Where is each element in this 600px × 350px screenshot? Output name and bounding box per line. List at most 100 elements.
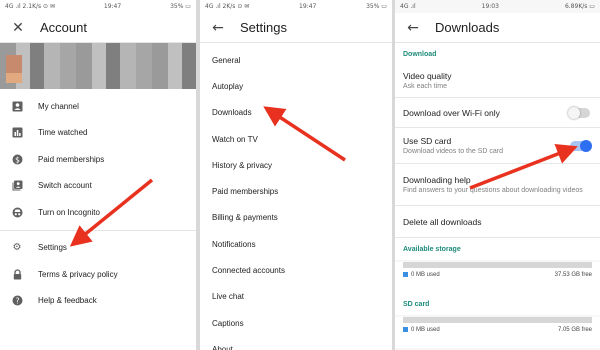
menu-item-settings[interactable]: ⚙ Settings (0, 235, 196, 262)
sd-card-setting[interactable]: Use SD card Download videos to the SD ca… (395, 128, 600, 164)
wifi-only-setting[interactable]: Download over Wi-Fi only (395, 98, 600, 128)
menu-item-label: Paid memberships (38, 154, 105, 164)
avatar-lower (6, 73, 22, 83)
sd-card-toggle[interactable] (570, 139, 592, 152)
status-left: 4G .ıl 2K/s ⊙ ✉ (205, 3, 250, 10)
storage-used: 0 MB used (411, 327, 440, 334)
page-title: Settings (240, 20, 287, 35)
storage-free: 7.05 GB free (557, 327, 592, 333)
status-right: 35% ▭ (170, 3, 191, 10)
settings-item-history-privacy[interactable]: History & privacy (200, 152, 392, 178)
settings-item-captions[interactable]: Captions (200, 310, 392, 336)
toggle-knob (568, 106, 580, 119)
settings-item-live-chat[interactable]: Live chat (200, 284, 392, 310)
section-header-download: Download (395, 43, 600, 65)
settings-item-connected-accounts[interactable]: Connected accounts (200, 257, 392, 283)
status-time: 19:47 (103, 3, 122, 10)
section-header-available-storage: Available storage (395, 238, 600, 260)
storage-used-wrap: 0 MB used (403, 327, 440, 333)
menu-item-paid-memberships[interactable]: $ Paid memberships (0, 146, 196, 173)
setting-subtitle: Ask each time (403, 83, 447, 90)
menu-item-switch-account[interactable]: Switch account (0, 173, 196, 200)
storage-free: 37.53 GB free (554, 272, 592, 278)
menu-item-help-feedback[interactable]: ? Help & feedback (0, 288, 196, 315)
setting-subtitle: Find answers to your questions about dow… (403, 186, 583, 194)
setting-title: Use SD card (403, 135, 452, 146)
status-left: 4G .ıl 2.1K/s ⊙ ✉ (5, 3, 56, 10)
menu-item-label: Switch account (38, 181, 92, 191)
status-right: 35% ▭ (366, 3, 387, 10)
settings-item-general[interactable]: General (200, 47, 392, 73)
video-quality-setting[interactable]: Video quality Ask each time (395, 65, 600, 98)
status-left: 4G .ıl (400, 3, 416, 10)
account-titlebar: ✕ Account (0, 13, 196, 43)
setting-title: Delete all downloads (403, 216, 482, 227)
lock-icon (10, 267, 24, 281)
menu-item-my-channel[interactable]: My channel (0, 93, 196, 120)
svg-text:$: $ (15, 155, 20, 164)
settings-item-about[interactable]: About (200, 336, 392, 350)
menu-item-label: Turn on Incognito (38, 207, 100, 217)
menu-item-label: Time watched (38, 128, 88, 138)
gear-icon: ⚙ (12, 242, 22, 254)
setting-title: Download over Wi-Fi only (403, 107, 500, 118)
close-icon[interactable]: ✕ (6, 20, 30, 36)
settings-item-billing-payments[interactable]: Billing & payments (200, 205, 392, 231)
menu-item-label: Terms & privacy policy (38, 269, 118, 279)
bar-chart-icon (10, 126, 24, 140)
menu-item-label: Settings (38, 243, 67, 253)
storage-legend: 0 MB used 7.05 GB free (403, 327, 592, 333)
back-arrow-icon[interactable]: ← (206, 20, 230, 36)
setting-title: Downloading help (403, 174, 471, 185)
person-icon (10, 99, 24, 113)
incognito-icon (10, 205, 24, 219)
status-bar: 4G .ıl 2.1K/s ⊙ ✉ 19:47 35% ▭ (0, 0, 196, 13)
setting-subtitle: Download videos to the SD card (403, 147, 503, 155)
settings-panel: 4G .ıl 2K/s ⊙ ✉ 19:47 35% ▭ ← Settings G… (200, 0, 392, 350)
settings-item-paid-memberships[interactable]: Paid memberships (200, 178, 392, 204)
section-header-sd-card: SD card (395, 293, 600, 315)
status-bar: 4G .ıl 2K/s ⊙ ✉ 19:47 35% ▭ (200, 0, 392, 13)
status-bar: 4G .ıl 19:03 6.89K/s ▭ (395, 0, 600, 13)
storage-bar (403, 317, 592, 323)
status-time: 19:03 (481, 3, 499, 10)
storage-used: 0 MB used (411, 272, 440, 279)
svg-text:?: ? (15, 297, 19, 306)
used-color-swatch (403, 272, 408, 277)
page-title: Downloads (435, 20, 500, 35)
menu-item-terms-privacy[interactable]: Terms & privacy policy (0, 261, 196, 288)
status-time: 19:47 (299, 3, 317, 10)
page-title: Account (40, 20, 87, 35)
toggle-knob (580, 139, 592, 152)
account-menu: My channel Time watched $ Paid membershi… (0, 89, 196, 314)
setting-title: Video quality (403, 71, 452, 81)
dollar-icon: $ (10, 152, 24, 166)
settings-item-notifications[interactable]: Notifications (200, 231, 392, 257)
account-panel: 4G .ıl 2.1K/s ⊙ ✉ 19:47 35% ▭ ✕ Account … (0, 0, 196, 350)
used-color-swatch (403, 327, 408, 332)
storage-bar (403, 262, 592, 268)
menu-item-time-watched[interactable]: Time watched (0, 120, 196, 147)
menu-item-incognito[interactable]: Turn on Incognito (0, 199, 196, 226)
settings-item-watch-on-tv[interactable]: Watch on TV (200, 126, 392, 152)
storage-used-wrap: 0 MB used (403, 272, 440, 278)
storage-legend: 0 MB used 37.53 GB free (403, 272, 592, 278)
account-banner-pixelated (0, 43, 196, 89)
avatar (6, 55, 22, 75)
menu-item-label: Help & feedback (38, 296, 97, 306)
wifi-only-toggle[interactable] (568, 106, 590, 119)
settings-list: General Autoplay Downloads Watch on TV H… (200, 43, 392, 350)
switch-account-icon (10, 179, 24, 193)
delete-all-downloads-item[interactable]: Delete all downloads (395, 206, 600, 238)
divider (0, 229, 196, 231)
available-storage-block: 0 MB used 37.53 GB free (395, 262, 600, 293)
downloading-help-item[interactable]: Downloading help Find answers to your qu… (395, 164, 600, 206)
status-right: 6.89K/s ▭ (564, 3, 595, 10)
settings-titlebar: ← Settings (200, 13, 392, 43)
settings-item-autoplay[interactable]: Autoplay (200, 73, 392, 99)
sd-card-storage-block: 0 MB used 7.05 GB free (395, 317, 600, 348)
downloads-titlebar: ← Downloads (395, 13, 600, 43)
back-arrow-icon[interactable]: ← (401, 20, 425, 36)
downloads-panel: 4G .ıl 19:03 6.89K/s ▭ ← Downloads Downl… (395, 0, 600, 350)
settings-item-downloads[interactable]: Downloads (200, 100, 392, 126)
